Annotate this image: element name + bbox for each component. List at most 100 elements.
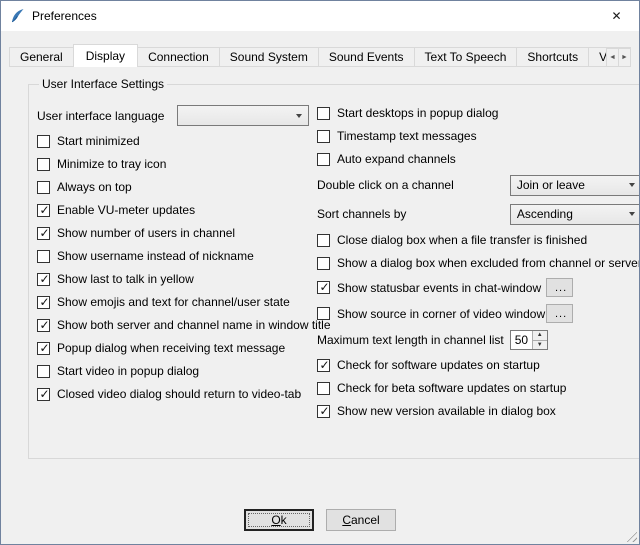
checkbox-statusbar-events[interactable]: Show statusbar events in chat-window [317, 280, 541, 296]
checkbox-label: Timestamp text messages [337, 129, 477, 143]
tab-general[interactable]: General [9, 47, 74, 67]
checkbox-label: Check for software updates on startup [337, 358, 540, 372]
checkbox-box [317, 382, 330, 395]
titlebar: Preferences ✕ [1, 1, 639, 31]
checkbox-box [317, 307, 330, 320]
sort-channels-combobox-value: Ascending [517, 207, 573, 221]
tab-scroll-right-icon[interactable]: ► [618, 48, 631, 67]
checkbox-label: Close dialog box when a file transfer is… [337, 233, 587, 247]
sort-channels-combobox[interactable]: Ascending [510, 204, 640, 225]
language-combobox[interactable] [177, 105, 309, 126]
checkbox-label: Popup dialog when receiving text message [57, 341, 285, 355]
tab-sound-events[interactable]: Sound Events [318, 47, 415, 67]
checkbox-label: Show last to talk in yellow [57, 272, 194, 286]
checkbox-box [317, 281, 330, 294]
video-source-more-button[interactable]: ... [546, 304, 573, 323]
checkbox-label: Show a dialog box when excluded from cha… [337, 256, 640, 270]
cancel-button[interactable]: Cancel [326, 509, 396, 531]
checkbox-box [37, 204, 50, 217]
checkbox-new-version-dialog[interactable]: Show new version available in dialog box [317, 403, 640, 419]
checkbox-close-on-transfer-finished[interactable]: Close dialog box when a file transfer is… [317, 232, 640, 248]
ok-button-label-rest: k [281, 513, 287, 527]
tab-text-to-speech[interactable]: Text To Speech [414, 47, 518, 67]
sort-channels-label: Sort channels by [317, 207, 406, 221]
language-label: User interface language [37, 109, 164, 123]
tab-bar: General Display Connection Sound System … [9, 44, 631, 67]
chevron-down-icon [296, 114, 302, 118]
checkbox-video-popup[interactable]: Start video in popup dialog [37, 363, 309, 379]
checkbox-last-to-talk-yellow[interactable]: Show last to talk in yellow [37, 271, 309, 287]
checkbox-show-emojis[interactable]: Show emojis and text for channel/user st… [37, 294, 309, 310]
app-icon [9, 8, 25, 24]
close-icon[interactable]: ✕ [594, 1, 639, 31]
checkbox-label: Enable VU-meter updates [57, 203, 195, 217]
tab-sound-system[interactable]: Sound System [219, 47, 319, 67]
checkbox-check-updates[interactable]: Check for software updates on startup [317, 357, 640, 373]
checkbox-label: Show both server and channel name in win… [57, 318, 331, 332]
checkbox-check-beta-updates[interactable]: Check for beta software updates on start… [317, 380, 640, 396]
checkbox-timestamp-messages[interactable]: Timestamp text messages [317, 128, 640, 144]
checkbox-show-user-count[interactable]: Show number of users in channel [37, 225, 309, 241]
tab-display[interactable]: Display [73, 44, 138, 67]
double-click-combobox[interactable]: Join or leave [510, 175, 640, 196]
checkbox-vu-meter-updates[interactable]: Enable VU-meter updates [37, 202, 309, 218]
window-title: Preferences [32, 9, 594, 23]
tab-shortcuts[interactable]: Shortcuts [516, 47, 589, 67]
checkbox-label: Start desktops in popup dialog [337, 106, 498, 120]
checkbox-minimize-to-tray[interactable]: Minimize to tray icon [37, 156, 309, 172]
checkbox-box [37, 135, 50, 148]
checkbox-label: Auto expand channels [337, 152, 456, 166]
checkbox-box [37, 296, 50, 309]
chevron-down-icon [629, 212, 635, 216]
checkbox-label: Always on top [57, 180, 132, 194]
checkbox-desktops-popup[interactable]: Start desktops in popup dialog [317, 105, 640, 121]
max-text-length-label: Maximum text length in channel list [317, 333, 504, 347]
checkbox-label: Check for beta software updates on start… [337, 381, 566, 395]
checkbox-box [317, 130, 330, 143]
checkbox-box [317, 107, 330, 120]
checkbox-video-source-corner[interactable]: Show source in corner of video window [317, 306, 545, 322]
checkbox-label: Show statusbar events in chat-window [337, 281, 541, 295]
checkbox-label: Minimize to tray icon [57, 157, 166, 171]
checkbox-label: Show emojis and text for channel/user st… [57, 295, 290, 309]
tab-connection[interactable]: Connection [137, 47, 220, 67]
checkbox-label: Start video in popup dialog [57, 364, 199, 378]
chevron-down-icon [629, 183, 635, 187]
checkbox-box [37, 227, 50, 240]
checkbox-label: Show username instead of nickname [57, 249, 254, 263]
checkbox-server-channel-in-title[interactable]: Show both server and channel name in win… [37, 317, 309, 333]
checkbox-box [37, 181, 50, 194]
checkbox-box [37, 250, 50, 263]
statusbar-events-more-button[interactable]: ... [546, 278, 573, 297]
checkbox-popup-on-text-message[interactable]: Popup dialog when receiving text message [37, 340, 309, 356]
preferences-dialog: Preferences ✕ General Display Connection… [0, 0, 640, 545]
checkbox-start-minimized[interactable]: Start minimized [37, 133, 309, 149]
cancel-button-label: C [342, 513, 351, 527]
checkbox-box [37, 365, 50, 378]
checkbox-box [317, 405, 330, 418]
tab-scroller: ◄ ► [607, 48, 631, 67]
ok-button[interactable]: Ok [244, 509, 314, 531]
checkbox-box [37, 388, 50, 401]
checkbox-auto-expand-channels[interactable]: Auto expand channels [317, 151, 640, 167]
checkbox-box [37, 319, 50, 332]
checkbox-box [37, 342, 50, 355]
checkbox-show-username[interactable]: Show username instead of nickname [37, 248, 309, 264]
right-column: Start desktops in popup dialog Timestamp… [317, 105, 640, 419]
checkbox-dialog-when-excluded[interactable]: Show a dialog box when excluded from cha… [317, 255, 640, 271]
checkbox-closed-video-return[interactable]: Closed video dialog should return to vid… [37, 386, 309, 402]
group-title: User Interface Settings [39, 77, 167, 91]
spin-up-icon[interactable]: ▲ [533, 331, 547, 341]
checkbox-box [317, 234, 330, 247]
checkbox-label: Show number of users in channel [57, 226, 235, 240]
checkbox-box [37, 273, 50, 286]
checkbox-label: Start minimized [57, 134, 140, 148]
double-click-label: Double click on a channel [317, 178, 454, 192]
checkbox-box [317, 359, 330, 372]
display-tab-page: User Interface Settings User interface l… [1, 67, 639, 544]
user-interface-settings-group: User Interface Settings User interface l… [28, 77, 640, 459]
max-text-length-value[interactable]: 50 [511, 331, 532, 349]
max-text-length-spinner: 50 ▲ ▼ [510, 330, 548, 350]
spin-down-icon[interactable]: ▼ [533, 341, 547, 350]
checkbox-always-on-top[interactable]: Always on top [37, 179, 309, 195]
